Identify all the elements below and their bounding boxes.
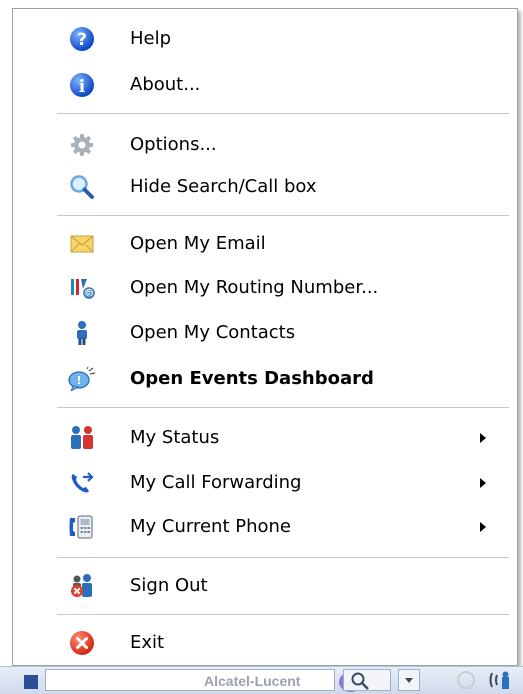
status-people-icon: [68, 424, 96, 452]
exit-icon: [68, 629, 96, 657]
menu-item-label: My Call Forwarding: [130, 472, 302, 493]
svg-text:!: !: [76, 374, 81, 387]
menu-item-label: Open My Email: [130, 233, 266, 254]
menu-item-open-my-email[interactable]: Open My Email: [13, 224, 517, 264]
menu-item-my-status[interactable]: My Status: [13, 418, 517, 458]
menu-item-sign-out[interactable]: Sign Out: [13, 566, 517, 606]
menu-item-hide-search-call-box[interactable]: Hide Search/Call box: [13, 167, 517, 207]
menu-item-open-my-routing-number[interactable]: @ Open My Routing Number...: [13, 268, 517, 308]
events-dashboard-icon: !: [68, 365, 96, 393]
magnifier-icon: [68, 173, 96, 201]
menu-item-label: Help: [130, 28, 172, 49]
menu-item-my-call-forwarding[interactable]: My Call Forwarding: [13, 463, 517, 503]
menu-item-label: Open Events Dashboard: [130, 368, 374, 389]
submenu-arrow-icon: [480, 478, 486, 488]
call-forward-icon: [68, 469, 96, 497]
menu-item-open-my-contacts[interactable]: Open My Contacts: [13, 313, 517, 353]
menu-item-help[interactable]: ? Help: [13, 19, 517, 59]
menu-item-label: Open My Contacts: [130, 322, 296, 343]
sign-out-icon: [68, 572, 96, 600]
search-button[interactable]: [343, 669, 391, 691]
menu-separator: [57, 557, 509, 558]
search-icon: [351, 672, 369, 690]
menu-item-label: Exit: [130, 632, 165, 653]
submenu-arrow-icon: [480, 522, 486, 532]
menu-separator: [57, 113, 509, 114]
menu-item-label: Open My Routing Number...: [130, 277, 379, 298]
menu-item-my-current-phone[interactable]: My Current Phone: [13, 507, 517, 547]
submenu-arrow-icon: [480, 433, 486, 443]
svg-text:i: i: [79, 77, 86, 97]
taskbar-app-icon[interactable]: [24, 675, 38, 689]
status-ring-icon[interactable]: [457, 671, 475, 689]
chevron-down-icon: [405, 678, 413, 683]
taskbar: Alcatel-Lucent: [0, 666, 523, 694]
menu-separator: [57, 215, 509, 216]
menu-item-label: Options...: [130, 134, 217, 155]
svg-text:@: @: [85, 289, 93, 298]
routing-number-icon: @: [68, 274, 96, 302]
current-phone-icon: [68, 513, 96, 541]
contact-person-icon: [68, 319, 96, 347]
info-icon: i: [68, 71, 96, 99]
menu-item-label: Sign Out: [130, 575, 208, 596]
menu-item-open-events-dashboard[interactable]: ! Open Events Dashboard: [13, 359, 517, 399]
svg-text:?: ?: [77, 30, 87, 50]
menu-item-label: My Status: [130, 427, 220, 448]
menu-item-label: My Current Phone: [130, 516, 291, 537]
menu-item-exit[interactable]: Exit: [13, 623, 517, 663]
help-icon: ?: [68, 25, 96, 53]
envelope-icon: [68, 230, 96, 258]
menu-separator: [57, 407, 509, 408]
search-dropdown-button[interactable]: [398, 669, 420, 691]
menu-separator: [57, 614, 509, 615]
context-menu: ? Help i About... Options... Hide Search…: [12, 8, 518, 666]
menu-item-about[interactable]: i About...: [13, 65, 517, 105]
menu-item-label: Hide Search/Call box: [130, 176, 317, 197]
brand-logo-text: Alcatel-Lucent: [204, 673, 301, 689]
gear-icon: [68, 131, 96, 159]
search-call-input[interactable]: Alcatel-Lucent: [45, 669, 363, 692]
menu-item-label: About...: [130, 74, 201, 95]
menu-item-options[interactable]: Options...: [13, 125, 517, 165]
signal-icon[interactable]: [488, 671, 518, 689]
